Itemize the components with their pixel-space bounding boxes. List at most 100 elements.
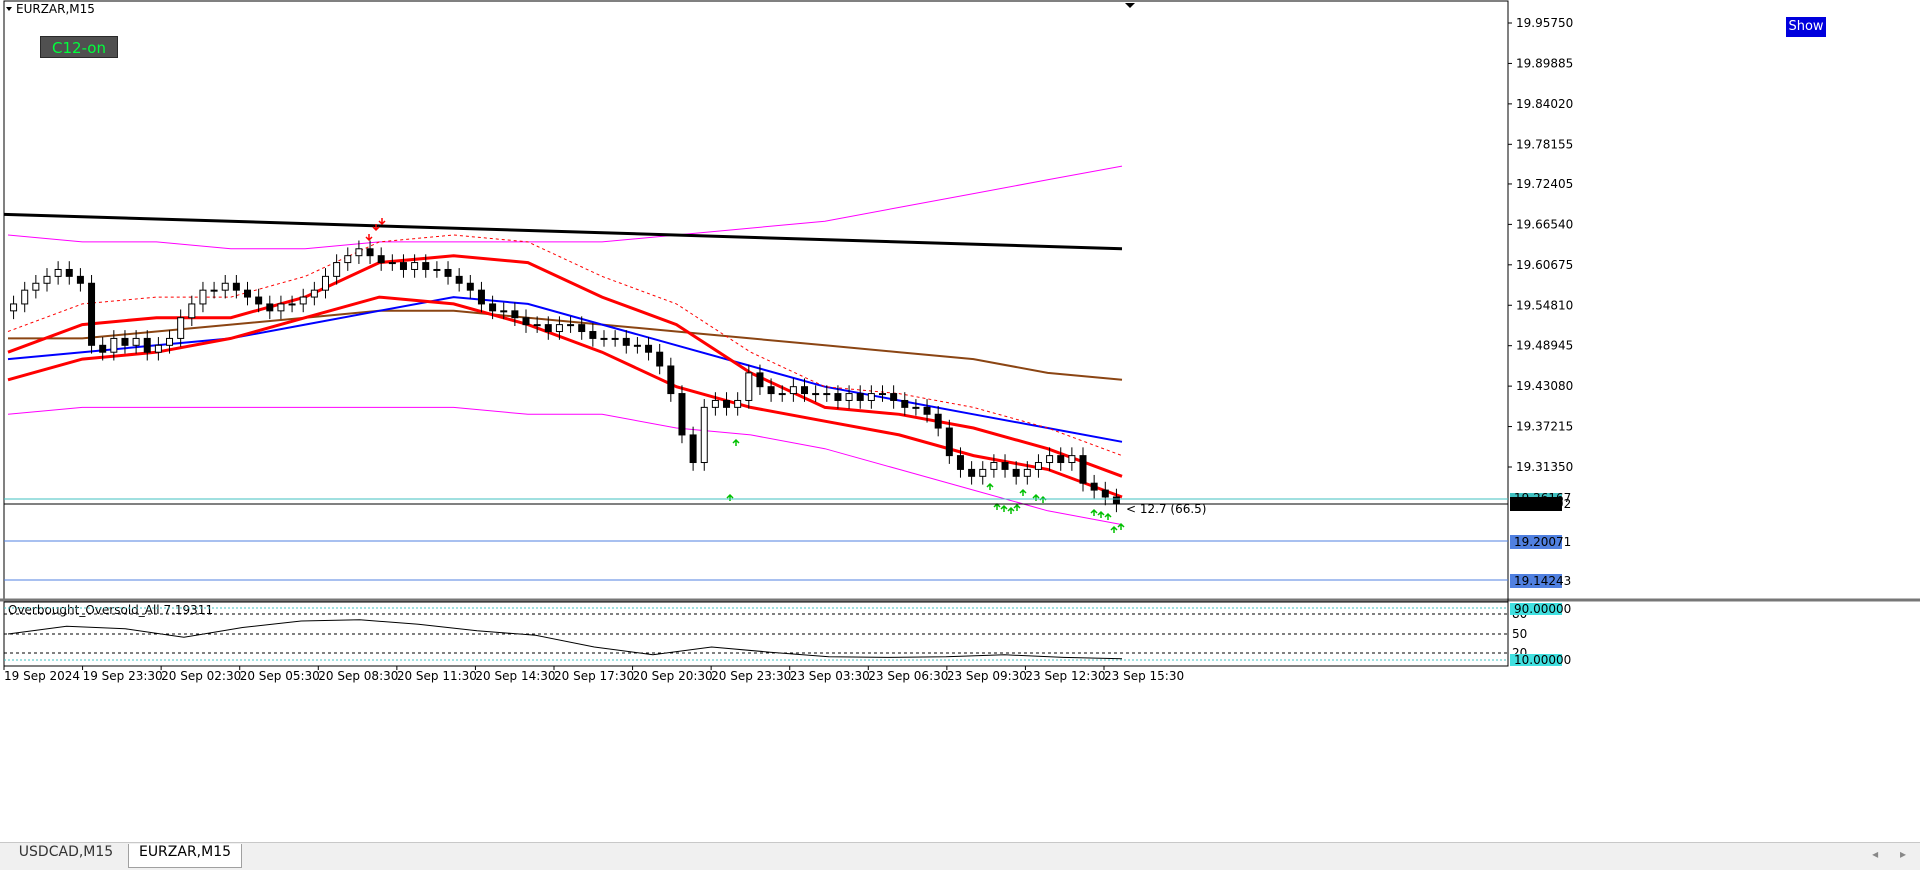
chart-canvas[interactable]: EURZAR,M15 < 12.7 (66.5) 19.95750 19.8988…	[0, 0, 1920, 869]
candle-body	[21, 289, 29, 305]
candle-body	[65, 268, 73, 277]
candle-body	[756, 372, 764, 388]
candle-body	[901, 399, 909, 408]
buy-arrow-icon	[1032, 493, 1040, 501]
price-tick-label: 19.48945	[1516, 339, 1573, 353]
price-tick-label: 19.78155	[1516, 137, 1573, 151]
candle-body	[912, 406, 920, 409]
candle-body	[1034, 462, 1042, 470]
candle-body	[767, 386, 775, 395]
candle-body	[366, 248, 374, 257]
show-button[interactable]: Show	[1786, 17, 1826, 37]
price-tick-label: 19.66540	[1516, 217, 1573, 231]
candle-body	[834, 393, 842, 401]
time-tick-label: 19 Sep 23:30	[83, 669, 163, 683]
buy-arrow-icon	[726, 493, 734, 501]
tab-usdcad[interactable]: USDCAD,M15	[4, 844, 128, 868]
candle-body	[823, 393, 831, 396]
candle-body	[511, 310, 519, 319]
candle-body	[678, 393, 686, 436]
band-upper-line	[7, 165, 1123, 250]
candle-body	[299, 296, 307, 305]
candle-body	[611, 337, 619, 340]
buy-arrow-icon	[1019, 488, 1027, 496]
candle-body	[477, 289, 485, 305]
candle-body	[544, 324, 552, 333]
candle-body	[1112, 496, 1120, 505]
candle-body	[812, 393, 820, 396]
candle-body	[723, 399, 731, 408]
candle-body	[344, 255, 352, 264]
candle-body	[745, 372, 753, 401]
candle-body	[1068, 455, 1076, 464]
symbol-menu-icon[interactable]	[6, 7, 12, 11]
scroll-right-icon[interactable]: ▸	[1900, 847, 1906, 861]
scroll-left-icon[interactable]: ◂	[1872, 847, 1878, 861]
candle-body	[856, 393, 864, 401]
buy-arrow-icon	[1110, 525, 1118, 533]
price-tick-label: 19.72405	[1516, 177, 1573, 191]
candle-body	[667, 365, 675, 395]
time-axis[interactable]: 19 Sep 2024 19 Sep 23:3020 Sep 02:3020 Se…	[3, 666, 1184, 683]
signal-arrows-layer	[365, 218, 1125, 533]
candle-body	[689, 434, 697, 464]
candle-body	[388, 262, 396, 265]
candle-body	[277, 303, 285, 312]
time-tick-label: 20 Sep 11:30	[397, 669, 477, 683]
price-tick-label: 19.84020	[1516, 97, 1573, 111]
price-annotation: < 12.7 (66.5)	[1126, 502, 1206, 516]
symbol-title: EURZAR,M15	[16, 2, 95, 16]
osc-lower-text: 10.00000	[1514, 653, 1571, 667]
time-tick-label: 23 Sep 06:30	[868, 669, 948, 683]
candle-body	[43, 275, 51, 284]
candle-body	[255, 296, 263, 305]
price-tick-label: 19.43080	[1516, 379, 1573, 393]
candle-body	[934, 413, 942, 429]
buy-arrow-icon	[986, 482, 994, 490]
candle-body	[878, 393, 886, 396]
candle-body	[656, 351, 664, 367]
candle-body	[1079, 455, 1087, 484]
candle-body	[333, 262, 341, 277]
candle-body	[533, 324, 541, 327]
time-tick-label: 23 Sep 15:30	[1104, 669, 1184, 683]
candle-body	[567, 324, 575, 327]
candle-body	[76, 275, 84, 284]
candle-body	[199, 289, 207, 305]
fast-ma-lower-line	[7, 295, 1123, 499]
candle-body	[555, 324, 563, 333]
time-tick-label: 20 Sep 05:30	[240, 669, 320, 683]
time-tick-label: 20 Sep 08:30	[318, 669, 398, 683]
buy-arrow-icon	[1039, 495, 1047, 503]
candle-body	[121, 337, 129, 346]
candle-body	[956, 455, 964, 470]
candle-body	[589, 331, 597, 339]
candle-body	[399, 262, 407, 270]
candle-body	[411, 262, 419, 270]
time-tick-label: 23 Sep 09:30	[947, 669, 1027, 683]
current-price-text: 19.25492	[1514, 497, 1571, 511]
sell-arrow-icon	[365, 234, 373, 242]
candle-body	[522, 317, 530, 326]
candle-body	[455, 275, 463, 284]
price-axis[interactable]: 19.95750 19.89885 19.84020 19.78155 19.72405…	[1508, 16, 1573, 474]
candle-body	[1023, 468, 1031, 477]
sell-arrow-icon	[378, 218, 386, 226]
candle-body	[734, 399, 742, 408]
buy-arrow-icon	[732, 438, 740, 446]
candle-body	[1012, 468, 1020, 477]
buy-arrow-icon	[1013, 503, 1021, 511]
shift-marker-icon[interactable]	[1125, 3, 1135, 8]
buy-arrow-icon	[1090, 508, 1098, 516]
tab-eurzar[interactable]: EURZAR,M15	[128, 844, 242, 868]
candle-body	[489, 303, 497, 312]
time-tick-label: 20 Sep 20:30	[633, 669, 713, 683]
candle-body	[711, 399, 719, 408]
candle-body	[355, 248, 363, 257]
indicator-title: Overbought_Oversold_All 7.19311	[8, 603, 213, 617]
candle-body	[232, 282, 240, 291]
c12-toggle-button[interactable]: C12-on	[40, 36, 118, 58]
candle-body	[166, 337, 174, 346]
candle-body	[845, 393, 853, 401]
candle-body	[10, 303, 18, 312]
